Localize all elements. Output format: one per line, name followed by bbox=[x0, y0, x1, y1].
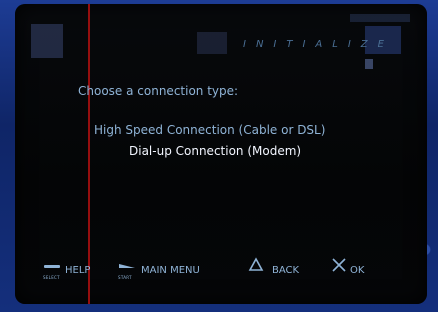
ok-label: OK bbox=[350, 265, 365, 276]
help-hint[interactable]: SELECT HELP bbox=[43, 256, 123, 280]
triangle-icon bbox=[248, 257, 264, 271]
game-screen: INITIALIZE Choose a connection type: Hig… bbox=[15, 4, 427, 304]
ok-hint[interactable]: OK bbox=[330, 256, 390, 280]
decorative-square bbox=[365, 59, 373, 69]
decorative-bar bbox=[350, 14, 410, 22]
start-button-icon bbox=[119, 264, 135, 268]
select-button-caption: SELECT bbox=[43, 275, 60, 280]
select-button-icon bbox=[44, 265, 60, 268]
option-dial-up-connection[interactable]: Dial-up Connection (Modem) bbox=[129, 144, 301, 158]
screen-title: INITIALIZE bbox=[243, 39, 394, 50]
start-button-caption: START bbox=[118, 275, 132, 280]
back-hint[interactable]: BACK bbox=[248, 256, 318, 280]
help-label: HELP bbox=[65, 265, 91, 276]
cross-icon bbox=[332, 258, 346, 272]
tv-frame: INITIALIZE Choose a connection type: Hig… bbox=[0, 0, 438, 312]
main-menu-hint[interactable]: START MAIN MENU bbox=[117, 256, 237, 280]
connection-prompt: Choose a connection type: bbox=[78, 84, 239, 98]
decorative-square bbox=[31, 24, 63, 58]
decorative-square bbox=[197, 32, 227, 54]
main-menu-label: MAIN MENU bbox=[141, 265, 200, 276]
option-high-speed-connection[interactable]: High Speed Connection (Cable or DSL) bbox=[94, 123, 325, 137]
back-label: BACK bbox=[272, 265, 300, 276]
button-hints-bar: SELECT HELP START MAIN MENU BACK OK bbox=[43, 256, 423, 280]
